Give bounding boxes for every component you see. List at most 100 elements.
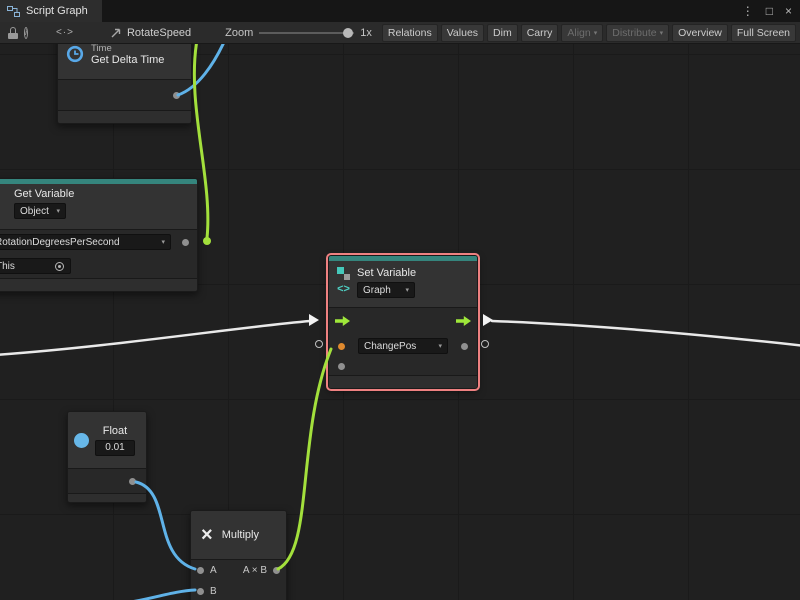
wire-flow-in <box>0 321 310 355</box>
value-output-port[interactable] <box>461 343 468 350</box>
node-get-variable[interactable]: Get Variable Object ▾ RotationDegreesPer… <box>0 178 198 292</box>
node-port-row: A A × B <box>191 560 286 581</box>
zoom-slider[interactable] <box>259 27 354 39</box>
node-multiply[interactable]: × Multiply A A × B B <box>190 510 287 600</box>
flow-output-port[interactable] <box>456 316 471 326</box>
clock-icon <box>66 45 84 63</box>
zoom-slider-knob[interactable] <box>343 28 353 38</box>
flow-wire-arrow-left <box>309 314 319 326</box>
overview-button[interactable]: Overview <box>672 24 728 42</box>
value-output-port[interactable] <box>182 239 189 246</box>
port-result-label: A × B <box>243 565 267 576</box>
variable-name-dropdown[interactable]: ChangePos ▾ <box>358 338 448 354</box>
chevron-down-icon: ▾ <box>56 207 60 215</box>
variable-icon <box>337 267 350 280</box>
input-port-a[interactable] <box>197 567 204 574</box>
variable-icon-teal-square <box>337 267 344 274</box>
maximize-icon[interactable]: □ <box>766 4 773 18</box>
relations-button[interactable]: Relations <box>382 24 438 42</box>
float-value: 0.01 <box>105 442 124 453</box>
node-footer <box>0 279 197 291</box>
chevron-down-icon: ▾ <box>161 238 165 246</box>
port-b-label: B <box>210 586 217 597</box>
scope-value: Graph <box>363 285 391 296</box>
flow-input-port[interactable] <box>335 316 350 326</box>
node-set-variable[interactable]: <> Set Variable Graph ▾ ChangePos <box>328 255 478 389</box>
node-port-row <box>329 358 477 375</box>
script-graph-icon <box>7 6 20 17</box>
port-a-label: A <box>210 565 217 576</box>
script-graph-window: Script Graph ⋮ □ × i <·> RotateSpeed Zoo… <box>0 0 800 600</box>
close-icon[interactable]: × <box>785 4 792 18</box>
variable-name-value: ChangePos <box>364 341 416 352</box>
dim-button[interactable]: Dim <box>487 24 518 42</box>
variable-scope-dropdown[interactable]: Object ▾ <box>14 203 66 219</box>
flow-wire-arrow-right <box>483 314 493 326</box>
node-title: Float <box>95 425 135 437</box>
value-port-row: ChangePos ▾ <box>329 334 477 358</box>
full-screen-label: Full Screen <box>737 27 790 39</box>
graph-canvas[interactable]: Time Get Delta Time Get Variable Object … <box>0 44 800 600</box>
dim-label: Dim <box>493 27 512 39</box>
graph-asset-icon <box>110 27 122 39</box>
wire-to-multiply-b <box>112 590 195 600</box>
info-icon[interactable]: i <box>24 27 28 39</box>
output-port[interactable] <box>173 92 180 99</box>
graph-breadcrumb[interactable]: RotateSpeed <box>110 27 191 39</box>
scope-value: Object <box>20 206 49 217</box>
input-port-b[interactable] <box>197 588 204 595</box>
unconnected-port-right[interactable] <box>481 340 489 348</box>
variable-scope-dropdown[interactable]: Graph ▾ <box>357 282 415 298</box>
chevron-down-icon: ▾ <box>660 29 664 37</box>
node-header: Get Variable Object ▾ <box>0 184 197 229</box>
node-port-row: This <box>0 254 197 278</box>
node-float[interactable]: Float 0.01 <box>67 411 147 503</box>
float-value-field[interactable]: 0.01 <box>95 440 135 456</box>
node-title: Get Delta Time <box>91 54 164 66</box>
output-port[interactable] <box>129 478 136 485</box>
chevron-down-icon: ▾ <box>405 286 409 294</box>
object-picker-icon[interactable] <box>55 262 64 271</box>
carry-button[interactable]: Carry <box>521 24 559 42</box>
node-get-delta-time[interactable]: Time Get Delta Time <box>57 44 192 124</box>
extra-input-port[interactable] <box>338 363 345 370</box>
multiply-icon: × <box>201 525 213 545</box>
chevron-down-icon: ▾ <box>438 342 442 350</box>
node-footer <box>329 376 477 388</box>
node-header: <> Set Variable Graph ▾ <box>329 261 477 307</box>
full-screen-button[interactable]: Full Screen <box>731 24 796 42</box>
node-port-row: RotationDegreesPerSecond ▾ <box>0 230 197 254</box>
graph-name-label: RotateSpeed <box>127 27 191 39</box>
output-port-result[interactable] <box>273 567 280 574</box>
toolbar-buttons: Relations Values Dim Carry Align ▾ Distri… <box>382 24 796 42</box>
lock-shackle <box>10 27 16 33</box>
kebab-menu-icon[interactable]: ⋮ <box>742 4 754 18</box>
zoom-label: Zoom <box>225 27 253 39</box>
tab-script-graph[interactable]: Script Graph <box>0 0 102 22</box>
target-value: This <box>0 261 15 272</box>
relations-label: Relations <box>388 27 432 39</box>
value-input-port[interactable] <box>338 343 345 350</box>
chevron-down-icon: ▾ <box>594 29 598 37</box>
tab-title: Script Graph <box>26 5 88 17</box>
distribute-label: Distribute <box>612 27 656 39</box>
variable-icon-gray-square <box>344 274 350 280</box>
zoom-slider-track <box>259 32 354 34</box>
node-port-row <box>58 80 191 110</box>
lock-icon[interactable] <box>8 27 10 39</box>
overview-label: Overview <box>678 27 722 39</box>
tab-bar: Script Graph ⋮ □ × <box>0 0 800 22</box>
node-port-row: B <box>191 581 286 600</box>
values-label: Values <box>447 27 478 39</box>
node-category: Time <box>91 44 164 54</box>
lock-body <box>8 33 18 39</box>
values-button[interactable]: Values <box>441 24 484 42</box>
wire-endpoint-dot[interactable] <box>203 237 211 245</box>
target-object-field[interactable]: This <box>0 258 71 274</box>
variable-name-value: RotationDegreesPerSecond <box>0 237 120 248</box>
zoom-control: Zoom 1x <box>225 27 372 39</box>
api-icon[interactable]: <·> <box>56 27 74 38</box>
unconnected-port-left[interactable] <box>315 340 323 348</box>
align-label: Align <box>567 27 590 39</box>
variable-name-dropdown[interactable]: RotationDegreesPerSecond ▾ <box>0 234 171 250</box>
